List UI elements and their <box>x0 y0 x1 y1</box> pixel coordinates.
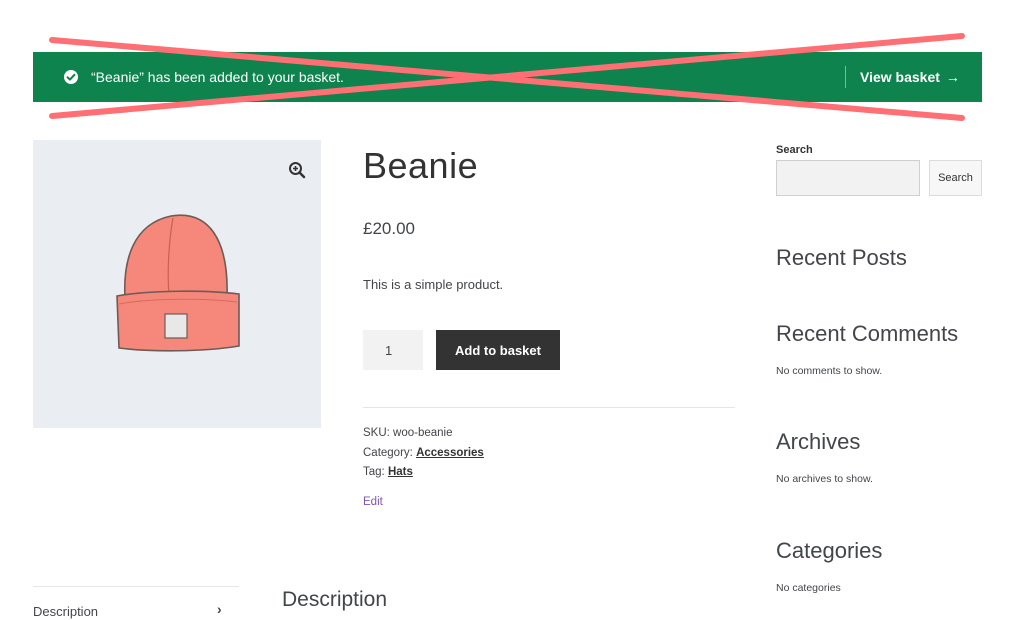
add-to-basket-button[interactable]: Add to basket <box>436 330 560 370</box>
product-title: Beanie <box>363 145 479 186</box>
search-button[interactable]: Search <box>929 160 982 196</box>
view-basket-link[interactable]: View basket → <box>860 68 960 86</box>
product-gallery <box>33 140 321 428</box>
magnifier-plus-icon[interactable] <box>288 161 306 179</box>
product-short-description: This is a simple product. <box>363 277 504 292</box>
archives-text: No archives to show. <box>776 473 873 485</box>
archives-title: Archives <box>776 429 861 454</box>
beanie-product-image[interactable] <box>111 210 243 356</box>
chevron-right-icon: › <box>217 601 222 617</box>
recent-comments-text: No comments to show. <box>776 365 883 377</box>
added-to-basket-notice: “Beanie” has been added to your basket. … <box>33 52 982 102</box>
category-link[interactable]: Accessories <box>416 447 484 459</box>
recent-posts-title: Recent Posts <box>776 245 907 270</box>
check-circle-icon <box>64 70 78 84</box>
tag-link[interactable]: Hats <box>388 466 413 478</box>
meta-divider <box>363 407 735 408</box>
arrow-right-icon: → <box>945 69 960 85</box>
notice-divider <box>845 66 846 88</box>
sku-label: SKU: <box>363 427 390 439</box>
category-label: Category: <box>363 446 413 459</box>
sku-line: SKU: woo-beanie <box>363 424 484 444</box>
product-meta: SKU: woo-beanie Category: Accessories Ta… <box>363 424 484 483</box>
categories-title: Categories <box>776 538 883 563</box>
sku-value: woo-beanie <box>393 427 453 439</box>
tag-line: Tag: Hats <box>363 463 484 483</box>
description-panel-title: Description <box>282 588 388 611</box>
view-basket-label: View basket <box>860 69 940 85</box>
product-price: £20.00 <box>363 219 415 238</box>
categories-text: No categories <box>776 582 841 594</box>
quantity-input[interactable] <box>363 330 423 370</box>
category-line: Category: Accessories <box>363 444 484 464</box>
tabs-divider <box>33 586 239 587</box>
search-label: Search <box>776 144 813 156</box>
edit-product-link[interactable]: Edit <box>363 496 383 508</box>
search-input[interactable] <box>776 160 920 196</box>
tab-description[interactable]: Description <box>33 604 98 619</box>
tag-label: Tag: <box>363 466 385 478</box>
notice-message: “Beanie” has been added to your basket. <box>91 69 344 85</box>
recent-comments-title: Recent Comments <box>776 321 959 346</box>
